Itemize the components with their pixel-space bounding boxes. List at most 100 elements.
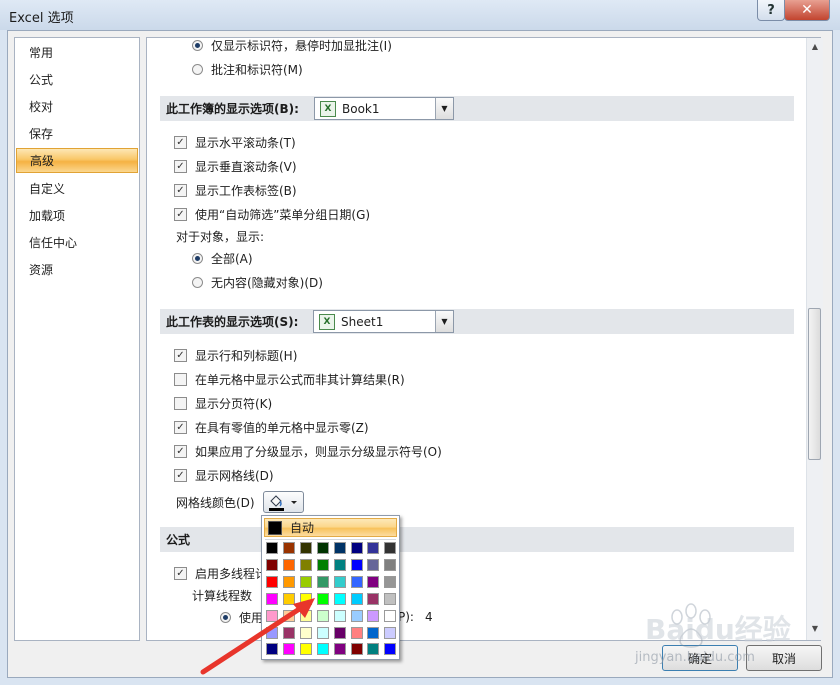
checkbox-row-col-headers[interactable]: ✓ 显示行和列标题(H) [174,345,297,365]
color-swatch[interactable] [367,542,380,554]
checkbox-multithread[interactable]: ✓ 启用多线程计 [174,563,267,583]
checkbox[interactable]: ✓ [174,444,187,458]
thread-count-value: 4 [425,607,433,627]
color-swatch[interactable] [384,609,397,622]
radio-button[interactable] [192,39,203,51]
checkbox[interactable]: ✓ [174,183,187,197]
color-swatch[interactable] [282,542,295,554]
ok-button[interactable]: 确定 [662,645,738,671]
color-swatch[interactable] [384,626,397,639]
checkbox-gridlines[interactable]: ✓ 显示网格线(D) [174,465,274,485]
color-swatch[interactable] [333,643,346,656]
color-swatch[interactable] [333,626,346,639]
excel-workbook-icon: X [320,100,336,117]
color-swatch[interactable] [316,542,329,554]
checkbox-label: 在具有零值的单元格中显示零(Z) [195,420,369,435]
color-swatch[interactable] [266,575,278,588]
color-swatch[interactable] [367,558,380,571]
checkbox[interactable]: ✓ [174,468,187,482]
color-swatch[interactable] [316,575,329,588]
nav-item-proofing[interactable]: 校对 [16,95,138,120]
nav-item-advanced[interactable]: 高级 [16,148,138,173]
color-swatch[interactable] [384,542,397,554]
chevron-down-icon[interactable]: ▼ [435,311,453,332]
color-swatch[interactable] [282,575,295,588]
checkbox-show-zero[interactable]: ✓ 在具有零值的单元格中显示零(Z) [174,417,369,437]
color-swatch[interactable] [299,575,312,588]
color-swatch[interactable] [350,542,363,554]
checkbox-horizontal-scrollbar[interactable]: ✓ 显示水平滚动条(T) [174,132,296,152]
checkbox-outline-symbols[interactable]: ✓ 如果应用了分级显示，则显示分级显示符号(O) [174,441,442,461]
radio-button[interactable] [192,252,203,264]
color-swatch[interactable] [367,592,380,605]
color-swatch[interactable] [333,575,346,588]
checkbox[interactable]: ✓ [174,348,187,362]
gridline-color-button[interactable] [263,491,304,513]
checkbox[interactable]: ✓ [174,159,187,173]
scrollbar-thumb[interactable] [808,308,821,460]
auto-color-option[interactable]: 自动 [264,518,397,537]
color-swatch[interactable] [282,558,295,571]
section-heading-text: 此工作簿的显示选项(B): [166,102,299,116]
color-swatch[interactable] [299,558,312,571]
workbook-combo[interactable]: X Book1 ▼ [314,97,454,120]
checkbox[interactable]: ✓ [174,566,187,580]
color-swatch[interactable] [367,609,380,622]
cancel-button[interactable]: 取消 [746,645,822,671]
nav-item-formulas[interactable]: 公式 [16,68,138,93]
close-button[interactable]: ✕ [784,0,830,21]
color-swatch[interactable] [333,592,346,605]
checkbox-sheet-tabs[interactable]: ✓ 显示工作表标签(B) [174,180,297,200]
worksheet-combo[interactable]: X Sheet1 ▼ [313,310,454,333]
checkbox-show-formulas[interactable]: 在单元格中显示公式而非其计算结果(R) [174,369,405,389]
excel-options-dialog: Excel 选项 ? ✕ 常用 公式 校对 保存 高级 自定义 加载项 信任中心… [0,0,840,685]
color-swatch[interactable] [350,575,363,588]
radio-comments-and-indicators[interactable]: 批注和标识符(M) [192,59,303,79]
color-swatch[interactable] [384,558,397,571]
vertical-scrollbar[interactable]: ▲ ▼ [806,38,823,640]
checkbox-vertical-scrollbar[interactable]: ✓ 显示垂直滚动条(V) [174,156,297,176]
radio-objects-all[interactable]: 全部(A) [192,248,253,268]
color-swatch[interactable] [316,558,329,571]
checkbox[interactable] [174,372,187,386]
color-swatch[interactable] [266,542,278,554]
nav-item-label: 自定义 [29,182,66,196]
nav-item-general[interactable]: 常用 [16,41,138,66]
color-swatch[interactable] [367,626,380,639]
nav-item-save[interactable]: 保存 [16,122,138,147]
color-swatch[interactable] [299,542,312,554]
color-swatch[interactable] [333,558,346,571]
scroll-down-icon[interactable]: ▼ [809,622,821,636]
scroll-up-icon[interactable]: ▲ [809,40,821,54]
color-swatch[interactable] [350,643,363,656]
checkbox[interactable]: ✓ [174,207,187,221]
color-swatch[interactable] [367,575,380,588]
color-swatch[interactable] [350,558,363,571]
checkbox[interactable] [174,396,187,410]
nav-item-resources[interactable]: 资源 [16,258,138,283]
radio-button[interactable] [192,276,203,288]
color-swatch[interactable] [266,558,278,571]
checkbox-label: 显示网格线(D) [195,468,274,483]
chevron-down-icon[interactable]: ▼ [435,98,453,119]
radio-objects-nothing[interactable]: 无内容(隐藏对象)(D) [192,272,323,292]
color-swatch[interactable] [350,609,363,622]
color-swatch[interactable] [350,626,363,639]
nav-item-trust-center[interactable]: 信任中心 [16,231,138,256]
checkbox-page-breaks[interactable]: 显示分页符(K) [174,393,272,413]
color-swatch[interactable] [333,609,346,622]
help-button[interactable]: ? [757,0,785,21]
radio-indicators-only[interactable]: 仅显示标识符，悬停时加显批注(I) [192,35,392,55]
nav-item-addins[interactable]: 加载项 [16,204,138,229]
radio-button[interactable] [192,63,203,75]
color-swatch[interactable] [384,643,397,656]
checkbox[interactable]: ✓ [174,420,187,434]
nav-item-customize[interactable]: 自定义 [16,177,138,202]
checkbox[interactable]: ✓ [174,135,187,149]
color-swatch[interactable] [384,592,397,605]
color-swatch[interactable] [367,643,380,656]
color-swatch[interactable] [333,542,346,554]
color-swatch[interactable] [350,592,363,605]
color-swatch[interactable] [384,575,397,588]
checkbox-group-dates[interactable]: ✓ 使用“自动筛选”菜单分组日期(G) [174,204,370,224]
